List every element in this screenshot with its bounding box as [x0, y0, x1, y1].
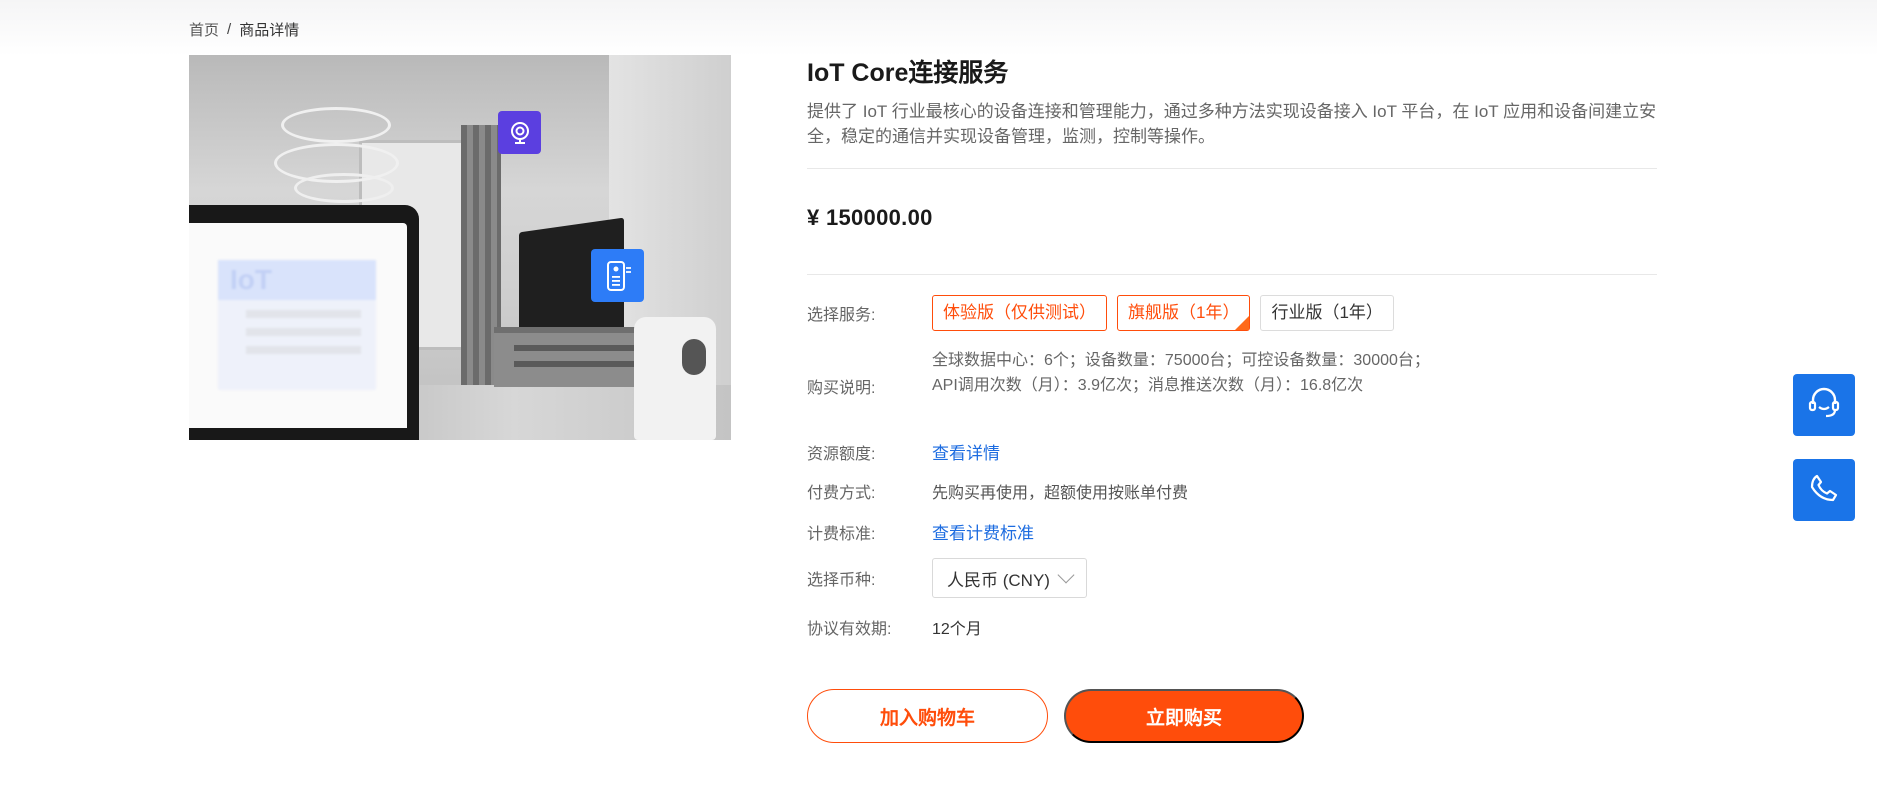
hero-iot-card-title: IoT: [218, 260, 376, 300]
product-hero-image: IoT: [189, 55, 731, 440]
breadcrumb-home[interactable]: 首页: [189, 19, 219, 40]
buy-now-button[interactable]: 立即购买: [1064, 689, 1304, 743]
validity-value: 12个月: [932, 621, 982, 638]
product-description: 提供了 IoT 行业最核心的设备连接和管理能力，通过多种方法实现设备接入 IoT…: [807, 102, 1657, 146]
service-option-trial[interactable]: 体验版（仅供测试）: [932, 295, 1107, 331]
chevron-down-icon: [1057, 566, 1075, 584]
service-row: 选择服务: 体验版（仅供测试） 旗舰版（1年） 行业版（1年）: [807, 295, 1404, 331]
divider: [807, 168, 1657, 169]
quota-label: 资源额度:: [807, 445, 876, 463]
billing-standard-link[interactable]: 查看计费标准: [932, 519, 1034, 544]
hero-iot-card-line: [246, 346, 361, 354]
currency-select[interactable]: 人民币 (CNY): [932, 558, 1087, 598]
product-info: IoT Core连接服务 提供了 IoT 行业最核心的设备连接和管理能力，通过多…: [807, 55, 1657, 149]
payment-label: 付费方式:: [807, 485, 876, 502]
hero-iot-card: IoT: [218, 260, 376, 390]
hero-iot-card-line: [246, 310, 361, 318]
headset-icon: [1806, 385, 1842, 426]
hero-dehumidifier: [634, 317, 716, 440]
breadcrumb-current: 商品详情: [239, 22, 300, 39]
hero-lamp-ring: [281, 107, 391, 143]
product-title: IoT Core连接服务: [807, 59, 1009, 87]
billing-label: 计费标准:: [807, 525, 876, 543]
breadcrumb-separator: /: [227, 21, 232, 38]
service-option-flagship[interactable]: 旗舰版（1年）: [1117, 295, 1251, 331]
validity-row: 协议有效期: 12个月: [807, 615, 982, 639]
remote-icon: [591, 249, 644, 302]
camera-icon: [498, 111, 541, 154]
currency-value: 人民币 (CNY): [947, 570, 1050, 590]
product-price: ¥ 150000.00: [807, 205, 933, 230]
quota-details-link[interactable]: 查看详情: [932, 439, 1000, 464]
service-option-industry[interactable]: 行业版（1年）: [1260, 295, 1394, 331]
breadcrumb: 首页 / 商品详情: [189, 19, 299, 40]
quota-row: 资源额度: 查看详情: [807, 439, 1000, 464]
hero-iot-card-line: [246, 328, 361, 336]
purchase-note-text: 全球数据中心：6个；设备数量：75000台；可控设备数量：30000台；API调…: [932, 352, 1430, 394]
payment-row: 付费方式: 先购买再使用，超额使用按账单付费: [807, 479, 1188, 503]
currency-row: 选择币种: 人民币 (CNY): [807, 558, 1087, 598]
payment-method: 先购买再使用，超额使用按账单付费: [932, 485, 1189, 502]
phone-icon: [1808, 472, 1840, 509]
validity-label: 协议有效期:: [807, 621, 892, 638]
hero-lamp-ring: [294, 173, 394, 203]
billing-row: 计费标准: 查看计费标准: [807, 519, 1034, 544]
purchase-note-label: 购买说明:: [807, 380, 876, 397]
currency-label: 选择币种:: [807, 572, 876, 589]
service-label: 选择服务:: [807, 307, 876, 324]
add-to-cart-button[interactable]: 加入购物车: [807, 689, 1048, 743]
phone-button[interactable]: [1793, 459, 1855, 521]
support-button[interactable]: [1793, 374, 1855, 436]
purchase-note-row: 购买说明:: [807, 374, 932, 398]
divider: [807, 274, 1657, 275]
